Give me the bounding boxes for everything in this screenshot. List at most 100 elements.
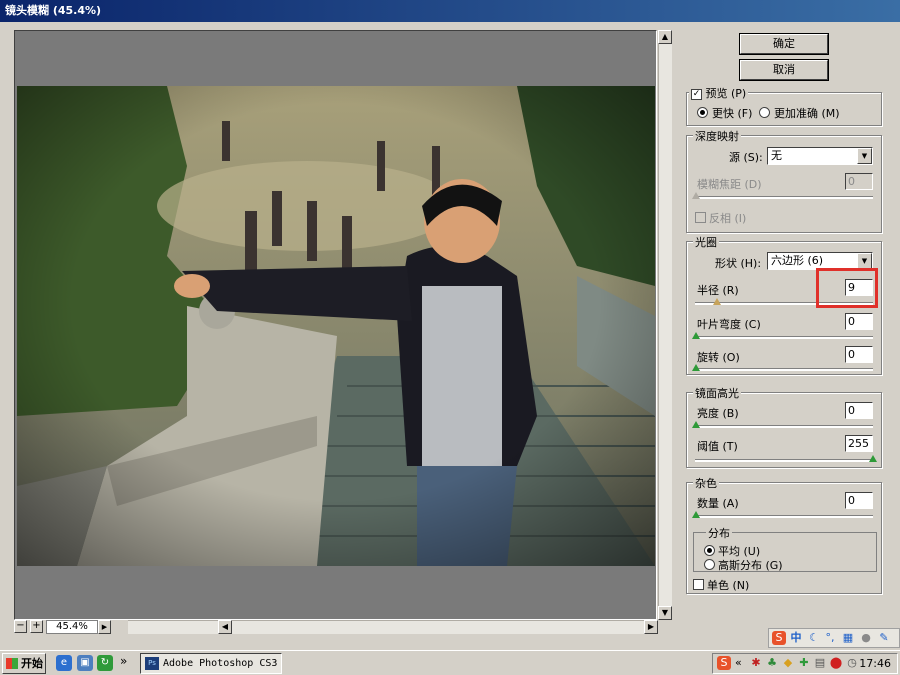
more-accurate-radio-label: 更加准确 (M) bbox=[774, 107, 840, 120]
noise-title: 杂色 bbox=[693, 475, 719, 491]
preview-group: ✓ 预览 (P) 更快 (F) 更加准确 (M) bbox=[686, 85, 882, 126]
zoom-out-button[interactable]: − bbox=[14, 620, 27, 633]
radius-label: 半径 (R) bbox=[697, 284, 739, 297]
stop-icon[interactable]: ⬤ bbox=[829, 656, 843, 670]
preview-group-header: ✓ 预览 (P) bbox=[689, 85, 749, 101]
quicklaunch-chevron-icon[interactable]: » bbox=[120, 654, 127, 668]
iris-group: 光圈 形状 (H): 六边形 (6) ▼ 半径 (R) 9 叶片弯度 (C) 0… bbox=[686, 234, 882, 375]
tray-expand-icon[interactable]: « bbox=[735, 656, 742, 669]
volume-icon[interactable]: ▤ bbox=[813, 656, 827, 670]
blur-focal-slider[interactable] bbox=[692, 192, 873, 199]
keyboard-icon[interactable]: ▦ bbox=[841, 631, 855, 645]
preview-vertical-scrollbar[interactable]: ▲ ▼ bbox=[658, 30, 672, 620]
brightness-field[interactable]: 0 bbox=[845, 402, 873, 419]
source-select-value: 无 bbox=[771, 149, 782, 162]
preview-horizontal-scrollbar[interactable]: ◀ ▶ bbox=[128, 620, 658, 634]
slider-thumb-icon[interactable] bbox=[713, 298, 721, 305]
start-label: 开始 bbox=[21, 657, 43, 670]
brightness-slider[interactable] bbox=[692, 421, 873, 428]
preview-checkbox-label: 预览 (P) bbox=[705, 87, 747, 100]
refresh-browser-icon[interactable]: ↻ bbox=[97, 655, 113, 671]
slider-thumb-icon[interactable] bbox=[692, 192, 700, 199]
blur-focal-field[interactable]: 0 bbox=[845, 173, 873, 190]
uniform-radio[interactable] bbox=[704, 545, 715, 556]
messenger-icon[interactable]: ◆ bbox=[781, 656, 795, 670]
source-select[interactable]: 无 ▼ bbox=[767, 147, 873, 165]
zoom-level-field[interactable]: 45.4% bbox=[46, 620, 98, 634]
source-label: 源 (S): bbox=[729, 151, 763, 164]
invert-checkbox[interactable] bbox=[695, 212, 706, 223]
shape-select-value: 六边形 (6) bbox=[771, 254, 824, 267]
cancel-button[interactable]: 取消 bbox=[740, 60, 828, 80]
start-button[interactable]: 开始 bbox=[2, 653, 46, 674]
ime-toolbar: S 中 ☾ °, ▦ ● ✎ bbox=[768, 628, 900, 648]
ok-button[interactable]: 确定 bbox=[740, 34, 828, 54]
show-desktop-icon[interactable]: ▣ bbox=[77, 655, 93, 671]
network-icon[interactable]: ♣ bbox=[765, 656, 779, 670]
user-icon[interactable]: ● bbox=[859, 631, 873, 645]
scroll-up-icon[interactable]: ▲ bbox=[658, 30, 672, 44]
system-tray: S « ✱ ♣ ◆ ✚ ▤ ⬤ ◷ 17:46 bbox=[712, 653, 898, 674]
sogou-tray-icon[interactable]: S bbox=[717, 656, 731, 670]
noise-group: 杂色 数量 (A) 0 分布 平均 (U) 高斯分布 (G) 单色 (N) bbox=[686, 475, 882, 594]
slider-thumb-icon[interactable] bbox=[692, 332, 700, 339]
ime-lang-icon[interactable]: 中 bbox=[789, 631, 803, 645]
brightness-label: 亮度 (B) bbox=[697, 407, 739, 420]
blur-focal-label: 模糊焦距 (D) bbox=[697, 178, 762, 191]
preview-checkbox[interactable]: ✓ bbox=[691, 88, 702, 100]
distribution-title: 分布 bbox=[706, 525, 732, 541]
slider-thumb-icon[interactable] bbox=[692, 421, 700, 428]
invert-label: 反相 (I) bbox=[709, 212, 747, 225]
amount-slider[interactable] bbox=[692, 511, 873, 518]
amount-label: 数量 (A) bbox=[697, 497, 739, 510]
faster-radio[interactable] bbox=[697, 107, 708, 118]
window-title: 镜头模糊 (45.4%) bbox=[0, 0, 900, 22]
scroll-left-icon[interactable]: ◀ bbox=[218, 620, 232, 634]
wrench-icon[interactable]: ✎ bbox=[877, 631, 891, 645]
ie-icon[interactable]: e bbox=[56, 655, 72, 671]
chevron-down-icon[interactable]: ▼ bbox=[857, 253, 872, 269]
gaussian-label: 高斯分布 (G) bbox=[718, 559, 783, 572]
rotation-label: 旋转 (O) bbox=[697, 351, 740, 364]
photoshop-task-button[interactable]: Ps Adobe Photoshop CS3 bbox=[140, 653, 282, 674]
preview-image[interactable] bbox=[17, 86, 655, 566]
radius-highlight-box bbox=[816, 268, 878, 308]
monochromatic-checkbox[interactable] bbox=[693, 579, 704, 590]
half-width-icon[interactable]: ☾ bbox=[807, 631, 821, 645]
amount-field[interactable]: 0 bbox=[845, 492, 873, 509]
rotation-field[interactable]: 0 bbox=[845, 346, 873, 363]
specular-highlights-group: 镜面高光 亮度 (B) 0 阈值 (T) 255 bbox=[686, 385, 882, 468]
slider-thumb-icon[interactable] bbox=[692, 511, 700, 518]
gaussian-radio[interactable] bbox=[704, 559, 715, 570]
specular-title: 镜面高光 bbox=[693, 385, 741, 401]
blade-curvature-slider[interactable] bbox=[692, 332, 873, 339]
zoom-in-button[interactable]: + bbox=[30, 620, 43, 633]
blade-curvature-field[interactable]: 0 bbox=[845, 313, 873, 330]
shape-label: 形状 (H): bbox=[715, 257, 762, 270]
taskbar: 开始 e ▣ ↻ » Ps Adobe Photoshop CS3 S « ✱ … bbox=[0, 650, 900, 675]
slider-thumb-icon[interactable] bbox=[692, 364, 700, 371]
preview-area[interactable] bbox=[14, 30, 657, 620]
threshold-slider[interactable] bbox=[695, 455, 877, 462]
sogou-icon[interactable]: S bbox=[772, 631, 786, 645]
zoom-dropdown-icon[interactable]: ▶ bbox=[98, 620, 111, 634]
system-clock[interactable]: 17:46 bbox=[859, 657, 891, 670]
antivirus-icon[interactable]: ✱ bbox=[749, 656, 763, 670]
more-accurate-radio[interactable] bbox=[759, 107, 770, 118]
scroll-down-icon[interactable]: ▼ bbox=[658, 606, 672, 620]
slider-thumb-icon[interactable] bbox=[869, 455, 877, 462]
threshold-label: 阈值 (T) bbox=[697, 440, 738, 453]
scroll-right-icon[interactable]: ▶ bbox=[644, 620, 658, 634]
distribution-group: 分布 平均 (U) 高斯分布 (G) bbox=[693, 525, 877, 572]
blade-curvature-label: 叶片弯度 (C) bbox=[697, 318, 761, 331]
chevron-down-icon[interactable]: ▼ bbox=[857, 148, 872, 164]
depth-map-title: 深度映射 bbox=[693, 128, 741, 144]
monochromatic-label: 单色 (N) bbox=[707, 579, 750, 592]
iris-title: 光圈 bbox=[693, 234, 719, 250]
rotation-slider[interactable] bbox=[692, 364, 873, 371]
depth-map-group: 深度映射 源 (S): 无 ▼ 模糊焦距 (D) 0 反相 (I) bbox=[686, 128, 882, 233]
threshold-field[interactable]: 255 bbox=[845, 435, 873, 452]
clock-tray-icon[interactable]: ◷ bbox=[845, 656, 859, 670]
punctuation-icon[interactable]: °, bbox=[823, 631, 837, 645]
security-icon[interactable]: ✚ bbox=[797, 656, 811, 670]
